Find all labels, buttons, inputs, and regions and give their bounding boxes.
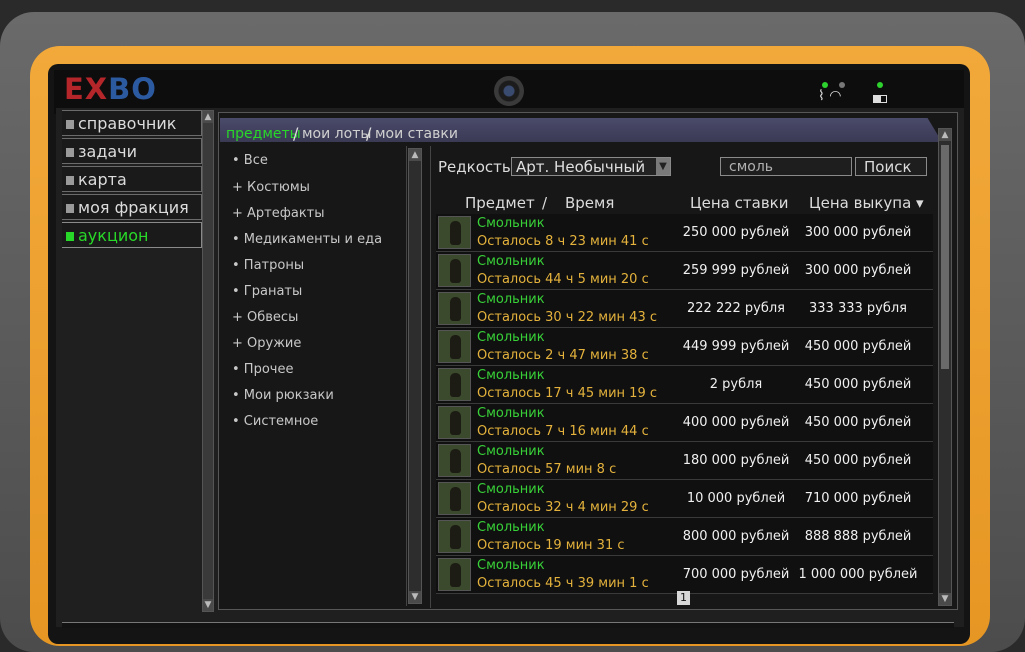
table-row[interactable]: Смольник Осталось 2 ч 47 мин 38 с 449 999 … [436,328,933,366]
menu-square-icon [66,148,74,157]
category-item[interactable]: + Костюмы [222,175,406,201]
table-row[interactable]: Смольник Осталось 8 ч 23 мин 41 с 250 000 … [436,214,933,252]
table-row[interactable]: Смольник Осталось 45 ч 39 мин 1 с 700 000 … [436,556,933,594]
menu-square-icon [66,204,74,213]
category-scrollbar[interactable]: ▲ ▼ [408,148,422,604]
search-button[interactable]: Поиск [855,157,927,176]
scroll-down-icon[interactable]: ▼ [939,593,951,605]
battery-icon [873,95,887,103]
side-menu-scrollbar[interactable]: ▲ ▼ [202,110,214,612]
led-icon [877,82,883,88]
category-item[interactable]: • Все [222,146,406,175]
tab-items[interactable]: предметы [226,126,301,142]
rarity-label: Редкость [438,158,511,176]
artifact-icon [438,520,471,553]
results-scrollbar[interactable]: ▲ ▼ [938,128,952,606]
page-number[interactable]: 1 [677,591,690,605]
artifact-icon [438,368,471,401]
logo: EXBO [64,72,157,106]
camera-icon [494,76,524,106]
category-item[interactable]: • Гранаты [222,279,406,305]
category-item[interactable]: • Патроны [222,253,406,279]
scroll-up-icon[interactable]: ▲ [203,111,213,123]
menu-item-tasks[interactable]: задачи [62,138,202,164]
tab-separator: / [366,124,372,143]
menu-item-auction[interactable]: аукцион [62,222,202,248]
menu-square-icon [66,232,74,241]
artifact-icon [438,558,471,591]
category-list: • Все + Костюмы + Артефакты • Медикамент… [222,146,407,606]
tab-separator: / [293,124,299,143]
signal-wifi-icon: ⌇ ◠ [818,88,842,104]
scroll-down-icon[interactable]: ▼ [203,599,213,611]
scroll-up-icon[interactable]: ▲ [409,149,421,161]
artifact-icon [438,292,471,325]
column-separator: / [542,194,548,212]
category-item[interactable]: + Оружие [222,331,406,357]
category-item[interactable]: • Медикаменты и еда [222,227,406,253]
column-buyout-price[interactable]: Цена выкупа ▾ [809,194,924,212]
category-item[interactable]: + Обвесы [222,305,406,331]
menu-square-icon [66,176,74,185]
category-item[interactable]: • Прочее [222,357,406,383]
table-row[interactable]: Смольник Осталось 44 ч 5 мин 20 с 259 999 … [436,252,933,290]
artifact-icon [438,482,471,515]
category-item[interactable]: • Мои рюкзаки [222,383,406,409]
scroll-up-icon[interactable]: ▲ [939,129,951,141]
scroll-down-icon[interactable]: ▼ [409,591,421,603]
column-time[interactable]: Время [565,194,614,212]
side-menu: справочник задачи карта моя фракция аукц… [62,110,202,250]
artifact-icon [438,216,471,249]
column-item[interactable]: Предмет [465,194,535,212]
tab-my-bids[interactable]: мои ставки [375,126,458,142]
tab-my-lots[interactable]: мои лоты [302,126,371,142]
table-row[interactable]: Смольник Осталось 17 ч 45 мин 19 с2 рубля… [436,366,933,404]
column-bid-price[interactable]: Цена ставки [690,194,788,212]
rarity-select[interactable]: Арт. Необычный ▼ [511,157,671,176]
artifact-icon [438,444,471,477]
menu-item-reference[interactable]: справочник [62,110,202,136]
menu-square-icon [66,120,74,129]
lot-table: Смольник Осталось 8 ч 23 мин 41 с 250 000 … [436,214,933,594]
scrollbar-thumb[interactable] [941,145,949,369]
artifact-icon [438,254,471,287]
menu-item-faction[interactable]: моя фракция [62,194,202,220]
table-row[interactable]: Смольник Осталось 30 ч 22 мин 43 с 222 222… [436,290,933,328]
table-row[interactable]: Смольник Осталось 19 мин 31 с 800 000 рубл… [436,518,933,556]
search-input[interactable]: смоль [720,157,852,176]
category-item[interactable]: + Артефакты [222,201,406,227]
chevron-down-icon[interactable]: ▼ [656,158,670,175]
table-row[interactable]: Смольник Осталось 32 ч 4 мин 29 с 10 000 р… [436,480,933,518]
category-item[interactable]: • Системное [222,409,406,435]
bottom-panel [62,622,954,628]
artifact-icon [438,406,471,439]
table-row[interactable]: Смольник Осталось 7 ч 16 мин 44 с 400 000 … [436,404,933,442]
artifact-icon [438,330,471,363]
table-row[interactable]: Смольник Осталось 57 мин 8 с 180 000 рубле… [436,442,933,480]
menu-item-map[interactable]: карта [62,166,202,192]
